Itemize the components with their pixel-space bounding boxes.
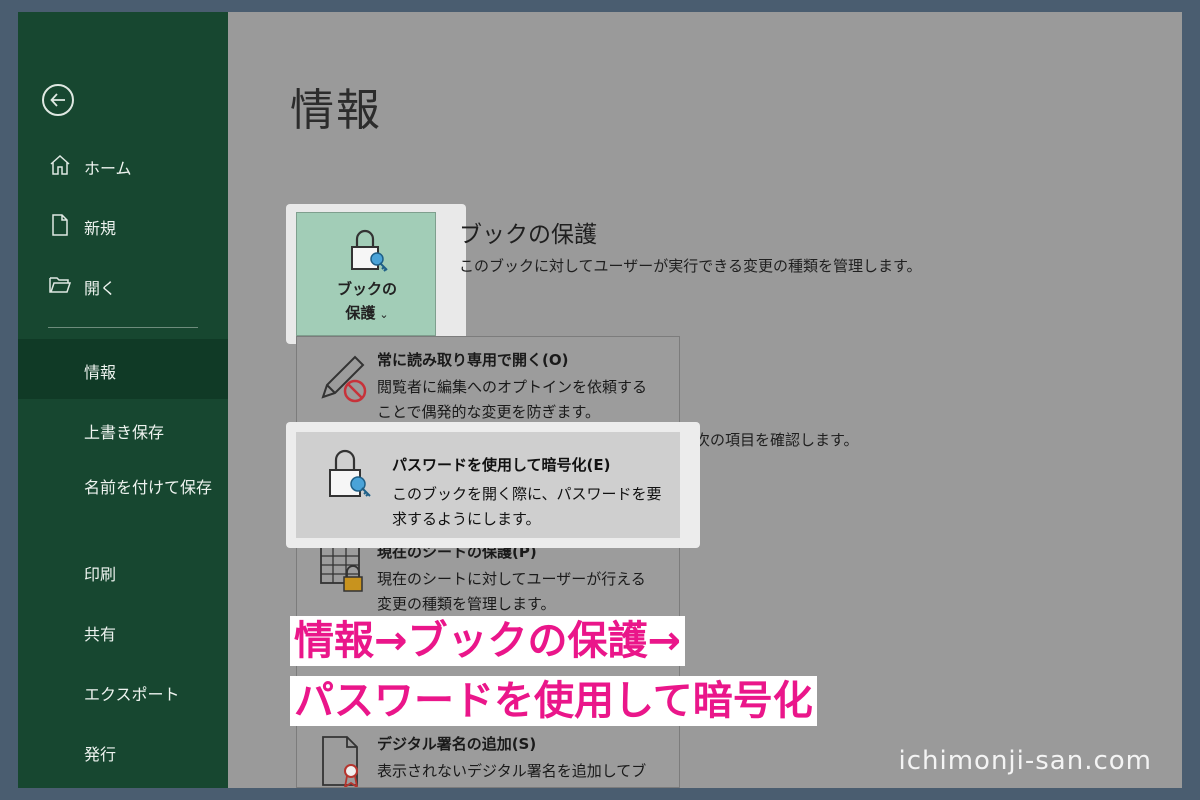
back-button[interactable] — [42, 84, 74, 116]
menu-item-title: デジタル署名の追加(S) — [377, 735, 537, 753]
folder-open-icon — [49, 277, 72, 293]
menu-item-desc: 現在のシートに対してユーザーが行える変更の種類を管理します。 — [377, 570, 646, 613]
menu-item-title: 常に読み取り専用で開く(O) — [377, 351, 569, 369]
arrow-left-icon — [50, 93, 65, 107]
document-ribbon-icon — [322, 736, 358, 787]
nav-info-label: 情報 — [84, 363, 117, 382]
nav-share-label: 共有 — [84, 625, 117, 644]
lock-key-icon — [329, 449, 371, 497]
home-icon — [50, 154, 70, 175]
protect-workbook-button[interactable]: ブックの 保護 ⌄ — [296, 212, 436, 336]
nav-export-label: エクスポート — [84, 685, 180, 704]
page-title: 情報 — [290, 85, 382, 136]
chevron-down-icon: ⌄ — [379, 308, 389, 321]
excel-window: ホーム 新規 開く 情報 上書き保存 名前を付けて保存 印刷 共有 エクスポート… — [18, 12, 1182, 788]
tutorial-caption-line2: パスワードを使用して暗号化 — [290, 676, 817, 726]
nav-open[interactable]: 開く — [18, 256, 228, 316]
inspect-section-desc-partial: の次の項目を確認します。 — [680, 431, 859, 449]
protect-section-desc: このブックに対してユーザーが実行できる変更の種類を管理します。 — [459, 257, 922, 275]
protect-button-line2: 保護 — [345, 304, 376, 322]
nav-divider — [48, 327, 198, 328]
menu-item-desc: このブックを開く際に、パスワードを要求するようにします。 — [392, 485, 662, 528]
backstage-sidebar: ホーム 新規 開く 情報 上書き保存 名前を付けて保存 印刷 共有 エクスポート… — [18, 12, 228, 788]
nav-new[interactable]: 新規 — [18, 196, 228, 256]
info-pane: 情報 ブックの 保護 ⌄ ブックの保護 このブックに対してユーザーが実行できる変更… — [228, 12, 1182, 788]
lock-key-icon — [351, 229, 388, 272]
nav-home-label: ホーム — [84, 159, 132, 178]
menu-item-desc: 表示されないデジタル署名を追加してブックの完全性を確保します。 — [377, 762, 647, 780]
nav-save-label: 上書き保存 — [84, 423, 165, 442]
protect-button-line1: ブックの — [336, 280, 397, 298]
nav-home[interactable]: ホーム — [18, 136, 228, 196]
nav-publish-label: 発行 — [84, 745, 117, 764]
menu-item-encrypt-with-password[interactable]: パスワードを使用して暗号化(E) このブックを開く際に、パスワードを要求するよう… — [296, 432, 680, 538]
nav-print[interactable]: 印刷 — [18, 541, 228, 601]
menu-item-desc: 閲覧者に編集へのオプトインを依頼することで偶発的な変更を防ぎます。 — [377, 378, 648, 421]
nav-open-label: 開く — [84, 279, 117, 298]
menu-item-digital-signature[interactable]: デジタル署名の追加(S) 表示されないデジタル署名を追加してブックの完全性を確保… — [297, 721, 679, 787]
new-document-icon — [52, 214, 68, 236]
pencil-no-icon — [321, 355, 367, 403]
nav-save-as-label: 名前を付けて保存 — [84, 478, 213, 497]
nav-print-label: 印刷 — [84, 565, 117, 584]
nav-new-label: 新規 — [84, 219, 117, 238]
protect-button-label: ブックの 保護 ⌄ — [297, 277, 437, 327]
nav-share[interactable]: 共有 — [18, 601, 228, 661]
protect-section-title: ブックの保護 — [459, 222, 597, 248]
nav-info[interactable]: 情報 — [18, 339, 228, 399]
menu-item-title: パスワードを使用して暗号化(E) — [392, 456, 611, 474]
nav-export[interactable]: エクスポート — [18, 661, 228, 721]
sheet-lock-icon — [320, 546, 363, 592]
tutorial-caption-line1: 情報→ブックの保護→ — [290, 616, 686, 666]
site-watermark: ichimonji-san.com — [898, 746, 1152, 776]
nav-publish[interactable]: 発行 — [18, 721, 228, 781]
nav-save[interactable]: 上書き保存 — [18, 399, 228, 459]
nav-save-as[interactable]: 名前を付けて保存 — [18, 470, 228, 530]
menu-item-read-only[interactable]: 常に読み取り専用で開く(O) 閲覧者に編集へのオプトインを依頼することで偶発的な… — [297, 337, 679, 429]
